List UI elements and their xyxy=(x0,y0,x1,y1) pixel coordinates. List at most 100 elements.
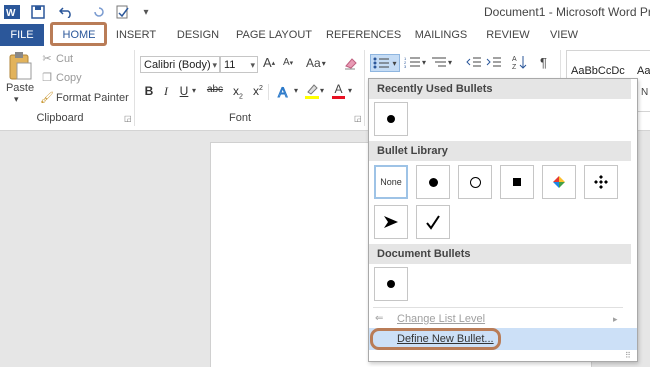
four-color-diamond-icon xyxy=(553,176,565,188)
save-icon[interactable] xyxy=(30,3,46,21)
sort-icon[interactable]: AZ xyxy=(512,54,528,70)
highlight-icon[interactable] xyxy=(304,83,320,99)
bullet-diamond-cluster[interactable] xyxy=(584,165,618,199)
text-effects-dropdown-icon[interactable]: ▾ xyxy=(294,86,298,95)
bullet-disc[interactable] xyxy=(416,165,450,199)
font-group-label: Font xyxy=(228,112,251,124)
define-new-bullet-item[interactable]: Define New Bullet... xyxy=(369,328,637,350)
bullet-square[interactable] xyxy=(500,165,534,199)
submenu-arrow-icon: ▸ xyxy=(613,314,618,324)
resize-grip-icon[interactable]: ⠿ xyxy=(625,351,631,360)
change-case-button[interactable]: Aa ▾ xyxy=(306,56,326,70)
define-new-bullet-highlight xyxy=(370,328,501,350)
highlight-dropdown-icon[interactable]: ▾ xyxy=(320,86,324,95)
word-app-icon: W xyxy=(4,3,20,21)
hollow-circle-icon xyxy=(469,176,481,188)
font-name-value: Calibri (Body) xyxy=(144,59,211,71)
tab-page-layout[interactable]: PAGE LAYOUT xyxy=(234,24,314,46)
font-name-field[interactable]: Calibri (Body) ▾ xyxy=(140,56,220,73)
font-color-dropdown-icon[interactable]: ▾ xyxy=(348,86,352,95)
underline-dropdown-icon[interactable]: ▾ xyxy=(192,86,196,95)
font-color-label: A xyxy=(334,82,343,96)
group-divider xyxy=(364,50,365,126)
bullet-library-header: Bullet Library xyxy=(369,141,631,161)
paste-dropdown-icon[interactable]: ▾ xyxy=(14,94,19,105)
superscript-button[interactable]: x2 xyxy=(250,84,266,98)
tab-file[interactable]: FILE xyxy=(0,24,44,46)
format-painter-button[interactable]: 🖌 Format Painter xyxy=(40,91,129,105)
clear-formatting-icon[interactable] xyxy=(343,56,357,70)
diamond-cluster-icon xyxy=(594,175,608,189)
multilevel-dropdown-icon: ▾ xyxy=(448,57,453,67)
checkmark-icon xyxy=(426,215,440,230)
customize-qat-icon[interactable]: ▾ xyxy=(140,3,152,21)
document-bullets-header: Document Bullets xyxy=(369,244,631,264)
tab-references[interactable]: REFERENCES xyxy=(326,24,401,46)
tab-home[interactable]: HOME xyxy=(52,24,106,46)
title-bar: W ▾ Document1 - Microsoft Word Previe xyxy=(0,0,650,24)
font-launcher-icon[interactable]: ◲ xyxy=(354,114,362,123)
paintbrush-icon: 🖌 xyxy=(40,92,54,104)
bullet-arrow[interactable] xyxy=(374,205,408,239)
tab-insert[interactable]: INSERT xyxy=(112,24,160,46)
grow-font-label: A xyxy=(263,55,272,70)
group-divider xyxy=(134,50,135,126)
increase-indent-icon[interactable] xyxy=(486,56,502,68)
recent-bullet-disc[interactable] xyxy=(374,102,408,136)
bullet-four-color[interactable] xyxy=(542,165,576,199)
copy-label: Copy xyxy=(56,71,82,84)
arrowhead-icon xyxy=(384,216,398,228)
bullets-dropdown-menu: Recently Used Bullets Bullet Library Non… xyxy=(368,78,638,362)
svg-text:W: W xyxy=(6,8,16,19)
bold-button[interactable]: B xyxy=(141,84,157,98)
bullets-button[interactable]: ▾ xyxy=(370,54,400,72)
document-bullet-disc[interactable] xyxy=(374,267,408,301)
tab-mailings[interactable]: MAILINGS xyxy=(412,24,470,46)
filled-circle-icon xyxy=(387,115,395,123)
svg-text:A: A xyxy=(278,84,288,100)
cut-button[interactable]: ✂ Cut xyxy=(40,52,73,66)
bullet-none[interactable]: None xyxy=(374,165,408,199)
bullet-circle[interactable] xyxy=(458,165,492,199)
style-normal-preview[interactable]: AaBbCcDc xyxy=(571,65,625,77)
bullet-checkmark[interactable] xyxy=(416,205,450,239)
bullets-icon xyxy=(373,57,390,69)
grow-font-button[interactable]: A ▴ xyxy=(263,55,275,70)
multilevel-list-icon[interactable]: ▾ xyxy=(430,56,452,68)
strikethrough-button[interactable]: abc xyxy=(204,84,226,95)
paste-icon[interactable] xyxy=(6,50,34,82)
font-color-swatch xyxy=(332,96,345,99)
change-list-level-label: Change List Level xyxy=(397,313,486,325)
font-color-button[interactable]: A xyxy=(332,82,345,99)
subscript-button[interactable]: x2 xyxy=(230,84,246,100)
decrease-indent-icon[interactable] xyxy=(466,56,482,68)
svg-text:Z: Z xyxy=(512,64,517,70)
copy-button[interactable]: ❐ Copy xyxy=(40,71,82,85)
style-nospacing-preview[interactable]: Aa xyxy=(637,65,650,77)
show-formatting-icon[interactable]: ¶ xyxy=(540,55,547,70)
bullets-dropdown-icon: ▾ xyxy=(392,58,397,68)
text-effects-icon[interactable]: A xyxy=(276,84,292,100)
numbering-icon[interactable]: 123 ▾ xyxy=(404,56,426,68)
italic-button[interactable]: I xyxy=(158,84,174,99)
paste-button[interactable]: Paste xyxy=(6,82,34,94)
clipboard-launcher-icon[interactable]: ◲ xyxy=(124,114,132,123)
spelling-icon[interactable] xyxy=(112,3,134,21)
undo-icon[interactable] xyxy=(56,3,76,21)
style-name-label: N xyxy=(641,87,649,98)
change-case-label: Aa xyxy=(306,56,321,70)
underline-button[interactable]: U xyxy=(176,84,192,98)
change-level-icon: ⇐ xyxy=(375,313,384,324)
filled-circle-icon xyxy=(387,280,395,288)
tab-view[interactable]: VIEW xyxy=(546,24,582,46)
font-size-value: 11 xyxy=(224,59,236,71)
document-title: Document1 - Microsoft Word Previe xyxy=(484,5,650,19)
copy-icon: ❐ xyxy=(42,72,52,84)
tab-review[interactable]: REVIEW xyxy=(484,24,532,46)
shrink-font-button[interactable]: A ▾ xyxy=(283,57,293,68)
redo-icon[interactable] xyxy=(92,3,106,21)
ribbon-tabs: FILE HOME INSERT DESIGN PAGE LAYOUT REFE… xyxy=(0,24,650,46)
scissors-icon: ✂ xyxy=(42,53,52,65)
tab-design[interactable]: DESIGN xyxy=(174,24,222,46)
font-size-field[interactable]: 11 ▾ xyxy=(220,56,258,73)
